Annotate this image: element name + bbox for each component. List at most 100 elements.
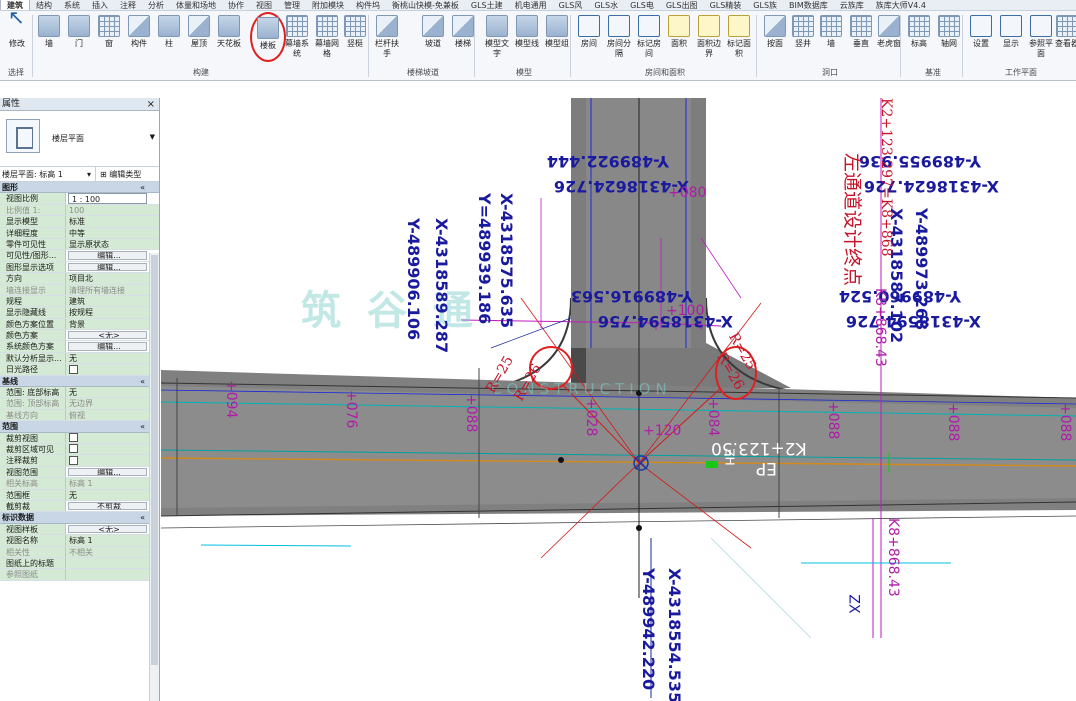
ribbon-button[interactable]: 幕墙系统 — [282, 12, 312, 62]
ribbon-button[interactable]: 窗 — [94, 12, 124, 62]
property-value[interactable]: 项目北 — [66, 273, 159, 284]
properties-scrollbar[interactable] — [149, 253, 159, 701]
ribbon-button[interactable]: 天花板 — [214, 12, 244, 62]
menu-tab[interactable]: 系统 — [58, 0, 86, 10]
menu-tab[interactable]: GLS水 — [588, 0, 624, 10]
menu-tab[interactable]: 体量和场地 — [170, 0, 222, 10]
menu-tab[interactable]: GLS精装 — [704, 0, 748, 10]
property-edit-button[interactable]: <无> — [68, 331, 147, 340]
menu-tab[interactable]: 插入 — [86, 0, 114, 10]
menu-tab[interactable]: 机电通用 — [509, 0, 553, 10]
menu-tab[interactable]: 结构 — [30, 0, 58, 10]
ribbon-button[interactable]: 模型组 — [542, 12, 572, 62]
ribbon-button[interactable]: 设置 — [966, 12, 996, 62]
instance-selector[interactable]: 楼层平面: 标高 1 ▾ — [0, 167, 96, 182]
checkbox-icon[interactable] — [69, 455, 78, 465]
ribbon-button[interactable]: 墙 — [816, 12, 846, 62]
property-checkbox[interactable] — [66, 443, 159, 455]
checkbox-icon[interactable] — [69, 444, 78, 454]
menu-tab[interactable]: 视图 — [250, 0, 278, 10]
property-value[interactable]: 标准 — [66, 216, 159, 227]
ribbon-button[interactable]: 按面 — [760, 12, 790, 62]
ribbon-button[interactable]: 墙 — [34, 12, 64, 62]
menu-tab[interactable]: 衡桃山快模-免兼板 — [386, 0, 465, 10]
menu-tab[interactable]: 构件坞 — [350, 0, 386, 10]
drawing-canvas[interactable]: 筑 谷 通 CONSTRUCTION Y-489922.444 X-431862… — [161, 98, 1076, 701]
menu-tab[interactable]: GLS土建 — [465, 0, 509, 10]
ribbon-button[interactable]: 构件 — [124, 12, 154, 62]
ribbon-button[interactable]: 模型文字 — [482, 12, 512, 62]
ribbon-button[interactable]: 幕墙网格 — [312, 12, 342, 62]
ribbon-button[interactable]: 竖梃 — [340, 12, 370, 62]
collapse-icon[interactable]: « — [140, 512, 145, 523]
ribbon-button[interactable]: 修改 — [2, 12, 32, 62]
property-edit-button[interactable]: 编辑... — [68, 467, 147, 477]
property-value[interactable]: 1 : 100 — [68, 193, 147, 204]
ribbon-button[interactable]: 门 — [64, 12, 94, 62]
property-value[interactable]: 无 — [66, 352, 159, 364]
property-checkbox[interactable] — [66, 455, 159, 466]
menu-tab[interactable]: GLS电 — [624, 0, 660, 10]
ribbon-button[interactable]: 柱 — [154, 12, 184, 62]
menu-tab[interactable]: 附加模块 — [306, 0, 350, 10]
ribbon-button[interactable]: 面积边界 — [694, 12, 724, 62]
property-edit-button[interactable]: <无> — [68, 524, 147, 534]
property-edit-button[interactable]: 编辑... — [68, 251, 147, 260]
ribbon-button[interactable]: 模型线 — [512, 12, 542, 62]
ribbon-button[interactable]: 竖井 — [788, 12, 818, 62]
menu-tab[interactable]: 分析 — [142, 0, 170, 10]
property-section-header[interactable]: 范围 « — [0, 421, 159, 433]
ribbon-button[interactable]: 显示 — [996, 12, 1026, 62]
checkbox-icon[interactable] — [69, 433, 78, 443]
menu-tab[interactable]: GLS出图 — [660, 0, 704, 10]
property-section-header[interactable]: 图形 « — [0, 182, 159, 194]
menu-tab[interactable]: 管理 — [278, 0, 306, 10]
ribbon-button[interactable]: 房间分隔 — [604, 12, 634, 62]
property-checkbox[interactable] — [66, 364, 159, 375]
menu-tab[interactable]: 建筑 — [0, 0, 30, 10]
ribbon-button[interactable]: 标记房间 — [634, 12, 664, 62]
ribbon-button[interactable]: 面积 — [664, 12, 694, 62]
chevron-down-icon[interactable]: ▼ — [150, 133, 155, 141]
property-value[interactable]: 中等 — [66, 227, 159, 238]
menu-tab[interactable]: 协作 — [222, 0, 250, 10]
ribbon-button[interactable]: 轴网 — [934, 12, 964, 62]
checkbox-icon[interactable] — [69, 364, 78, 374]
menu-tab[interactable]: GLS风 — [553, 0, 589, 10]
menu-tab[interactable]: BIM数据库 — [783, 0, 834, 10]
property-section-header[interactable]: 标识数据 « — [0, 512, 159, 524]
edit-type-button[interactable]: ⊞ 编辑类型 — [100, 167, 141, 182]
close-icon[interactable]: × — [147, 98, 155, 111]
collapse-icon[interactable]: « — [140, 421, 145, 432]
ribbon-button[interactable]: 垂直 — [846, 12, 876, 62]
property-value[interactable]: 建筑 — [66, 295, 159, 307]
property-edit-button[interactable]: 不剪裁 — [68, 501, 147, 511]
menu-tab[interactable]: 云族库 — [834, 0, 870, 10]
menu-tab[interactable]: GLS族 — [747, 0, 783, 10]
ribbon-button[interactable]: 楼板 — [250, 12, 286, 62]
type-selector[interactable]: 楼层平面 ▼ — [0, 111, 159, 167]
ribbon-button[interactable]: 标记面积 — [724, 12, 754, 62]
scrollbar-thumb[interactable] — [151, 255, 158, 665]
menu-tab[interactable]: 注释 — [114, 0, 142, 10]
property-section-header[interactable]: 基线 « — [0, 375, 159, 388]
collapse-icon[interactable]: « — [140, 182, 145, 193]
property-value[interactable]: 无 — [66, 387, 159, 398]
property-value[interactable] — [66, 557, 159, 569]
ribbon-button[interactable]: 栏杆扶手 — [372, 12, 402, 62]
ribbon-button[interactable]: 标高 — [904, 12, 934, 62]
collapse-icon[interactable]: « — [140, 376, 145, 387]
property-edit-button[interactable]: 编辑... — [68, 342, 147, 351]
property-checkbox[interactable] — [66, 432, 159, 443]
ribbon-button[interactable]: 屋顶 — [184, 12, 214, 62]
ribbon-button[interactable]: 坡道 — [418, 12, 448, 62]
menu-tab[interactable]: 族库大师V4.4 — [870, 0, 932, 10]
property-value[interactable]: 标高 1 — [66, 535, 159, 546]
property-value[interactable]: 按规程 — [66, 307, 159, 318]
property-value[interactable]: 显示原状态 — [66, 238, 159, 250]
property-edit-button[interactable]: 编辑... — [68, 262, 147, 272]
ribbon-button[interactable]: 房间 — [574, 12, 604, 62]
ribbon-button[interactable]: 查看器 — [1052, 12, 1076, 62]
property-value[interactable]: 无 — [66, 489, 159, 500]
property-value[interactable]: 背景 — [66, 318, 159, 330]
